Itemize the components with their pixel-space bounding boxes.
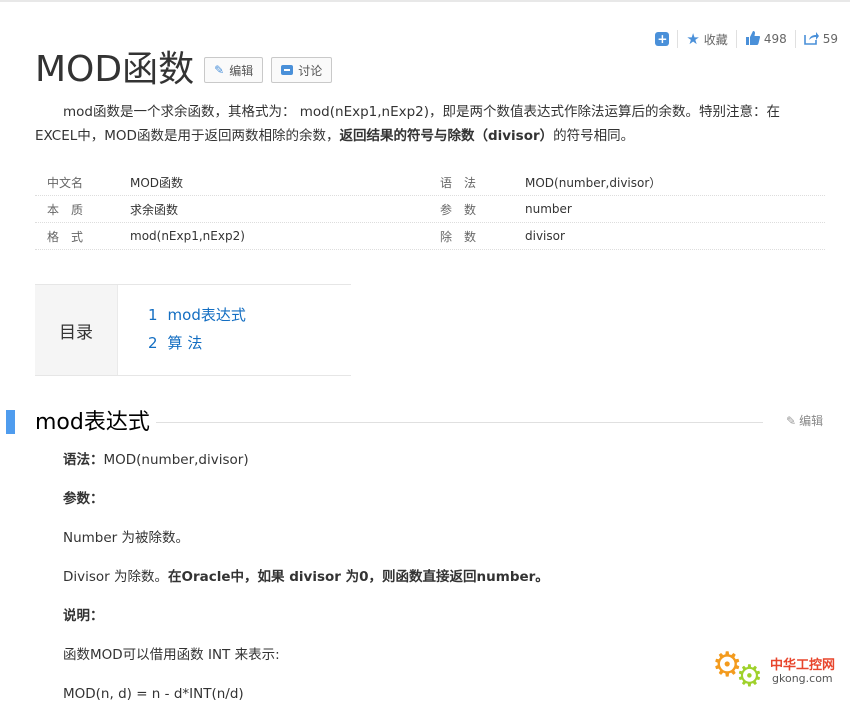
share-icon [803,31,819,48]
toc-item-number: 1 [148,306,158,324]
formula-paragraph: MOD(n, d) = n - d*INT(n/d) [63,686,244,702]
section-marker [6,410,15,434]
summary-paragraph: mod函数是一个求余函数，其格式为： mod(nExp1,nExp2)，即是两个… [35,100,795,148]
info-value: MOD函数 [130,175,184,190]
info-key: 格 式 [47,229,84,244]
plus-icon: + [655,32,670,46]
page-title: MOD函数 [35,49,195,90]
like-count: 498 [763,32,787,46]
info-value: number [525,202,572,216]
info-key: 中文名 [47,175,84,190]
info-key: 语 法 [440,175,477,190]
info-row: 本 质 求余函数 参 数 number [35,196,825,223]
syntax-value: MOD(number,divisor) [103,452,249,468]
note-text-paragraph: 函数MOD可以借用函数 INT 来表示: [63,647,280,663]
divisor-paragraph: Divisor 为除数。在Oracle中，如果 divisor 为0，则函数直接… [63,567,549,587]
info-value: 求余函数 [130,202,179,217]
params-paragraph: 参数： [63,489,104,509]
thumbs-up-icon [745,30,760,48]
watermark-cn: 中华工控网 [770,658,836,673]
divisor-text: Divisor 为除数。 [63,569,169,585]
article-toolbar: + ★ 收藏 498 59 [647,29,846,49]
params-label: 参数： [63,491,104,507]
share-button[interactable]: 59 [796,29,846,49]
note-paragraph: 说明： [63,606,104,626]
gear-icon: ⚙ [736,659,763,694]
syntax-paragraph: 语法：MOD(number,divisor) [63,450,249,470]
toc-item-number: 2 [148,334,158,352]
favorite-label: 收藏 [703,32,728,47]
info-key: 本 质 [47,202,84,217]
info-row: 格 式 mod(nExp1,nExp2) 除 数 divisor [35,223,825,250]
watermark-logo: ⚙ ⚙ 中华工控网 gkong.com [712,640,844,702]
toc-label: 目录 [35,285,118,375]
info-key: 除 数 [440,229,477,244]
basic-info-table: 中文名 MOD函数 语 法 MOD(number,divisor） 本 质 求余… [35,169,825,250]
table-of-contents: 目录 1 mod表达式 2 算 法 [35,284,351,376]
toc-list: 1 mod表达式 2 算 法 [118,285,246,375]
title-row: MOD函数 ✎ 编辑 讨论 [35,48,333,92]
section-edit-button[interactable]: ✎ 编辑 [786,412,823,429]
info-value: MOD(number,divisor） [525,175,662,190]
comment-icon [281,65,294,75]
toc-item-text: 算 法 [167,334,203,352]
discuss-button-label: 讨论 [298,63,323,78]
info-value: divisor [525,229,565,243]
favorite-button[interactable]: ★ 收藏 [678,29,735,49]
section-title: mod表达式 [35,408,156,438]
divisor-bold-text: 在Oracle中，如果 divisor 为0，则函数直接返回number。 [168,569,549,585]
summary-text-end: 的符号相同。 [553,128,635,144]
edit-button-label: 编辑 [229,63,254,78]
pencil-icon: ✎ [786,413,797,428]
info-value: mod(nExp1,nExp2) [130,229,245,243]
pencil-icon: ✎ [214,63,225,77]
section-edit-label: 编辑 [799,414,824,428]
watermark-en: gkong.com [772,672,833,685]
toc-item-mod-expression[interactable]: 1 mod表达式 [148,301,246,329]
edit-button[interactable]: ✎ 编辑 [204,57,264,83]
share-count: 59 [822,32,838,46]
summary-bold-text: 返回结果的符号与除数（divisor） [339,128,554,144]
note-label: 说明： [63,608,104,624]
discuss-button[interactable]: 讨论 [271,57,333,83]
toc-item-algorithm[interactable]: 2 算 法 [148,329,246,357]
like-button[interactable]: 498 [737,29,795,49]
star-icon: ★ [686,29,700,48]
info-key: 参 数 [440,202,477,217]
top-border [0,0,850,2]
number-paragraph: Number 为被除数。 [63,530,190,546]
syntax-label: 语法： [63,452,104,468]
add-button[interactable]: + [647,29,677,49]
toc-item-text: mod表达式 [167,306,246,324]
info-row: 中文名 MOD函数 语 法 MOD(number,divisor） [35,169,825,196]
